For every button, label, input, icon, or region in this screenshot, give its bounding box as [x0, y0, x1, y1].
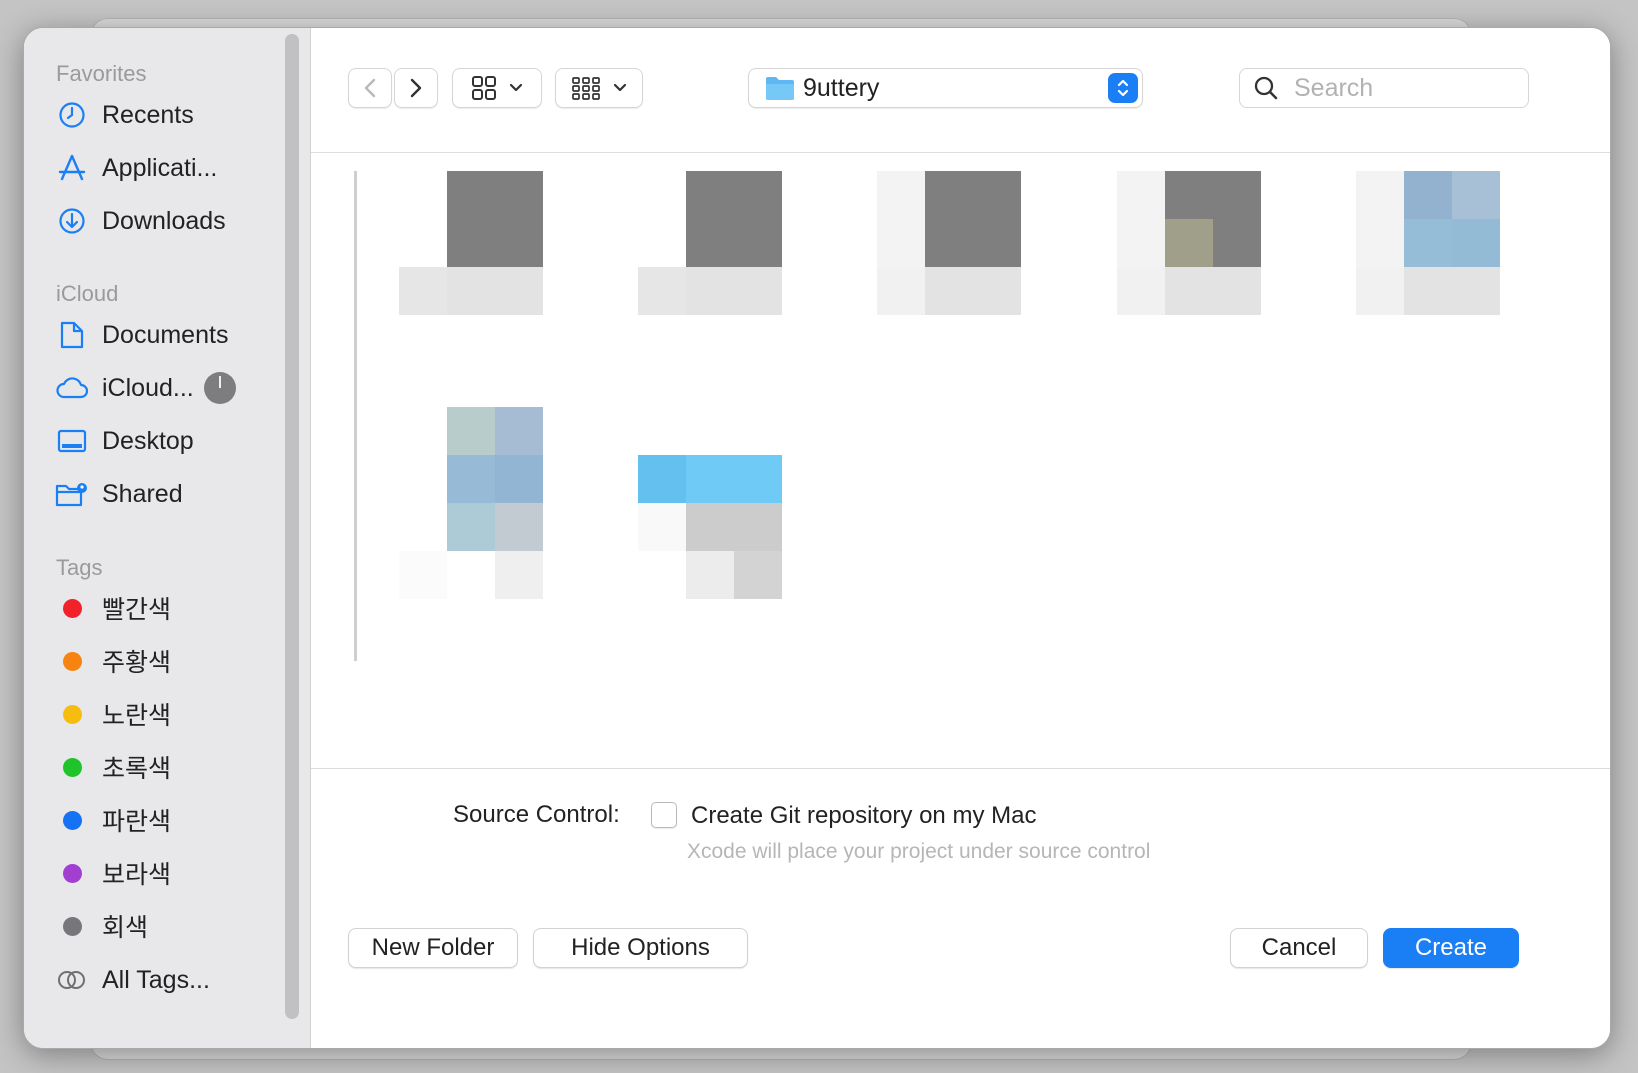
sidebar-item-applications[interactable]: Applicati...: [54, 146, 284, 190]
storage-pie-icon: [203, 372, 236, 404]
sidebar-item-documents[interactable]: Documents: [54, 313, 284, 357]
column-divider: [354, 171, 357, 661]
source-control-label: Source Control:: [453, 801, 620, 828]
sidebar-scrollbar[interactable]: [285, 34, 299, 1019]
cloud-icon: [54, 370, 90, 406]
tag-label: 보라색: [102, 861, 172, 889]
sidebar-item-label: Documents: [102, 320, 229, 349]
file-thumbnail[interactable]: [399, 171, 543, 315]
options-panel: Source Control: Create Git repository on…: [311, 768, 1610, 892]
search-field[interactable]: [1239, 68, 1529, 108]
folder-icon: [765, 75, 795, 106]
sidebar-item-label: Recents: [102, 100, 194, 129]
file-thumbnail[interactable]: [399, 407, 543, 599]
file-thumbnail[interactable]: [638, 455, 782, 599]
all-tags-icon: [54, 962, 90, 998]
search-input[interactable]: [1292, 73, 1516, 103]
sidebar-item-label: Shared: [102, 479, 183, 508]
hide-options-button[interactable]: Hide Options: [533, 928, 748, 968]
file-thumbnail[interactable]: [638, 171, 782, 315]
sidebar-tag-orange[interactable]: 주황색: [54, 639, 284, 683]
applications-icon: [54, 150, 90, 186]
tag-dot-icon: [62, 704, 82, 724]
favorites-header: Favorites: [56, 61, 147, 86]
icloud-header: iCloud: [56, 281, 119, 306]
tag-dot-icon: [62, 651, 82, 671]
group-button[interactable]: [555, 68, 643, 108]
tag-dot-icon: [62, 810, 82, 830]
tag-label: 회색: [102, 914, 149, 942]
location-popup[interactable]: 9uttery: [748, 68, 1143, 108]
source-control-hint: Xcode will place your project under sour…: [687, 840, 1151, 863]
document-icon: [54, 317, 90, 353]
tag-label: 초록색: [102, 755, 172, 783]
sidebar-item-label: Desktop: [102, 426, 194, 455]
cancel-button[interactable]: Cancel: [1230, 928, 1368, 968]
git-repository-label[interactable]: Create Git repository on my Mac: [691, 802, 1036, 830]
desktop-icon: [54, 423, 90, 459]
chevron-down-icon: [613, 83, 627, 92]
toolbar: 9uttery: [311, 28, 1610, 153]
main-panel: 9uttery Search Source Control: Create Gi…: [311, 28, 1610, 1048]
tag-dot-icon: [62, 863, 82, 883]
location-folder-name: 9uttery: [803, 74, 880, 102]
sidebar-tag-purple[interactable]: 보라색: [54, 851, 284, 895]
clock-icon: [54, 97, 90, 133]
tag-label: 빨간색: [102, 596, 172, 624]
file-browser: [311, 153, 1610, 768]
sidebar-tag-red[interactable]: 빨간색: [54, 586, 284, 630]
sidebar-item-label: Downloads: [102, 206, 226, 235]
sidebar-tag-green[interactable]: 초록색: [54, 745, 284, 789]
create-button[interactable]: Create: [1383, 928, 1519, 968]
tag-label: 파란색: [102, 808, 172, 836]
icon-grid-icon: [472, 76, 496, 100]
tag-label: 주황색: [102, 649, 172, 677]
git-repository-checkbox[interactable]: [651, 802, 677, 828]
file-thumbnail[interactable]: [1117, 171, 1261, 315]
sidebar-item-desktop[interactable]: Desktop: [54, 419, 284, 463]
forward-button[interactable]: [394, 68, 438, 108]
tag-label: 노란색: [102, 702, 172, 730]
sidebar-item-downloads[interactable]: Downloads: [54, 199, 284, 243]
tag-dot-icon: [62, 916, 82, 936]
sidebar-item-recents[interactable]: Recents: [54, 93, 284, 137]
sidebar-item-shared[interactable]: Shared: [54, 472, 284, 516]
back-button[interactable]: [348, 68, 392, 108]
sidebar: Favorites Recents Applicati... Downloads…: [24, 28, 311, 1048]
download-icon: [54, 203, 90, 239]
sidebar-item-icloud-drive[interactable]: iCloud...: [54, 366, 284, 410]
tags-header: Tags: [56, 555, 103, 580]
chevron-down-icon: [509, 83, 523, 92]
sidebar-tag-gray[interactable]: 회색: [54, 904, 284, 948]
sidebar-item-label: iCloud...: [102, 373, 194, 402]
chevron-left-icon: [364, 78, 376, 98]
sidebar-item-label: Applicati...: [102, 153, 218, 182]
search-icon: [1253, 75, 1279, 106]
file-thumbnail[interactable]: [1356, 171, 1500, 315]
save-dialog: Favorites Recents Applicati... Downloads…: [23, 27, 1611, 1049]
sidebar-tag-yellow[interactable]: 노란색: [54, 692, 284, 736]
view-mode-button[interactable]: [452, 68, 542, 108]
chevron-right-icon: [410, 78, 422, 98]
popup-stepper-icon: [1108, 73, 1138, 103]
sidebar-item-label: All Tags...: [102, 965, 210, 994]
tag-dot-icon: [62, 598, 82, 618]
shared-folder-icon: [54, 476, 90, 512]
dialog-footer: New Folder Hide Options Cancel Create: [311, 891, 1610, 1048]
tag-dot-icon: [62, 757, 82, 777]
new-folder-button[interactable]: New Folder: [348, 928, 518, 968]
sidebar-item-all-tags[interactable]: All Tags...: [54, 958, 284, 1002]
group-grid-icon: [572, 77, 600, 100]
sidebar-tag-blue[interactable]: 파란색: [54, 798, 284, 842]
file-thumbnail[interactable]: [877, 171, 1021, 315]
